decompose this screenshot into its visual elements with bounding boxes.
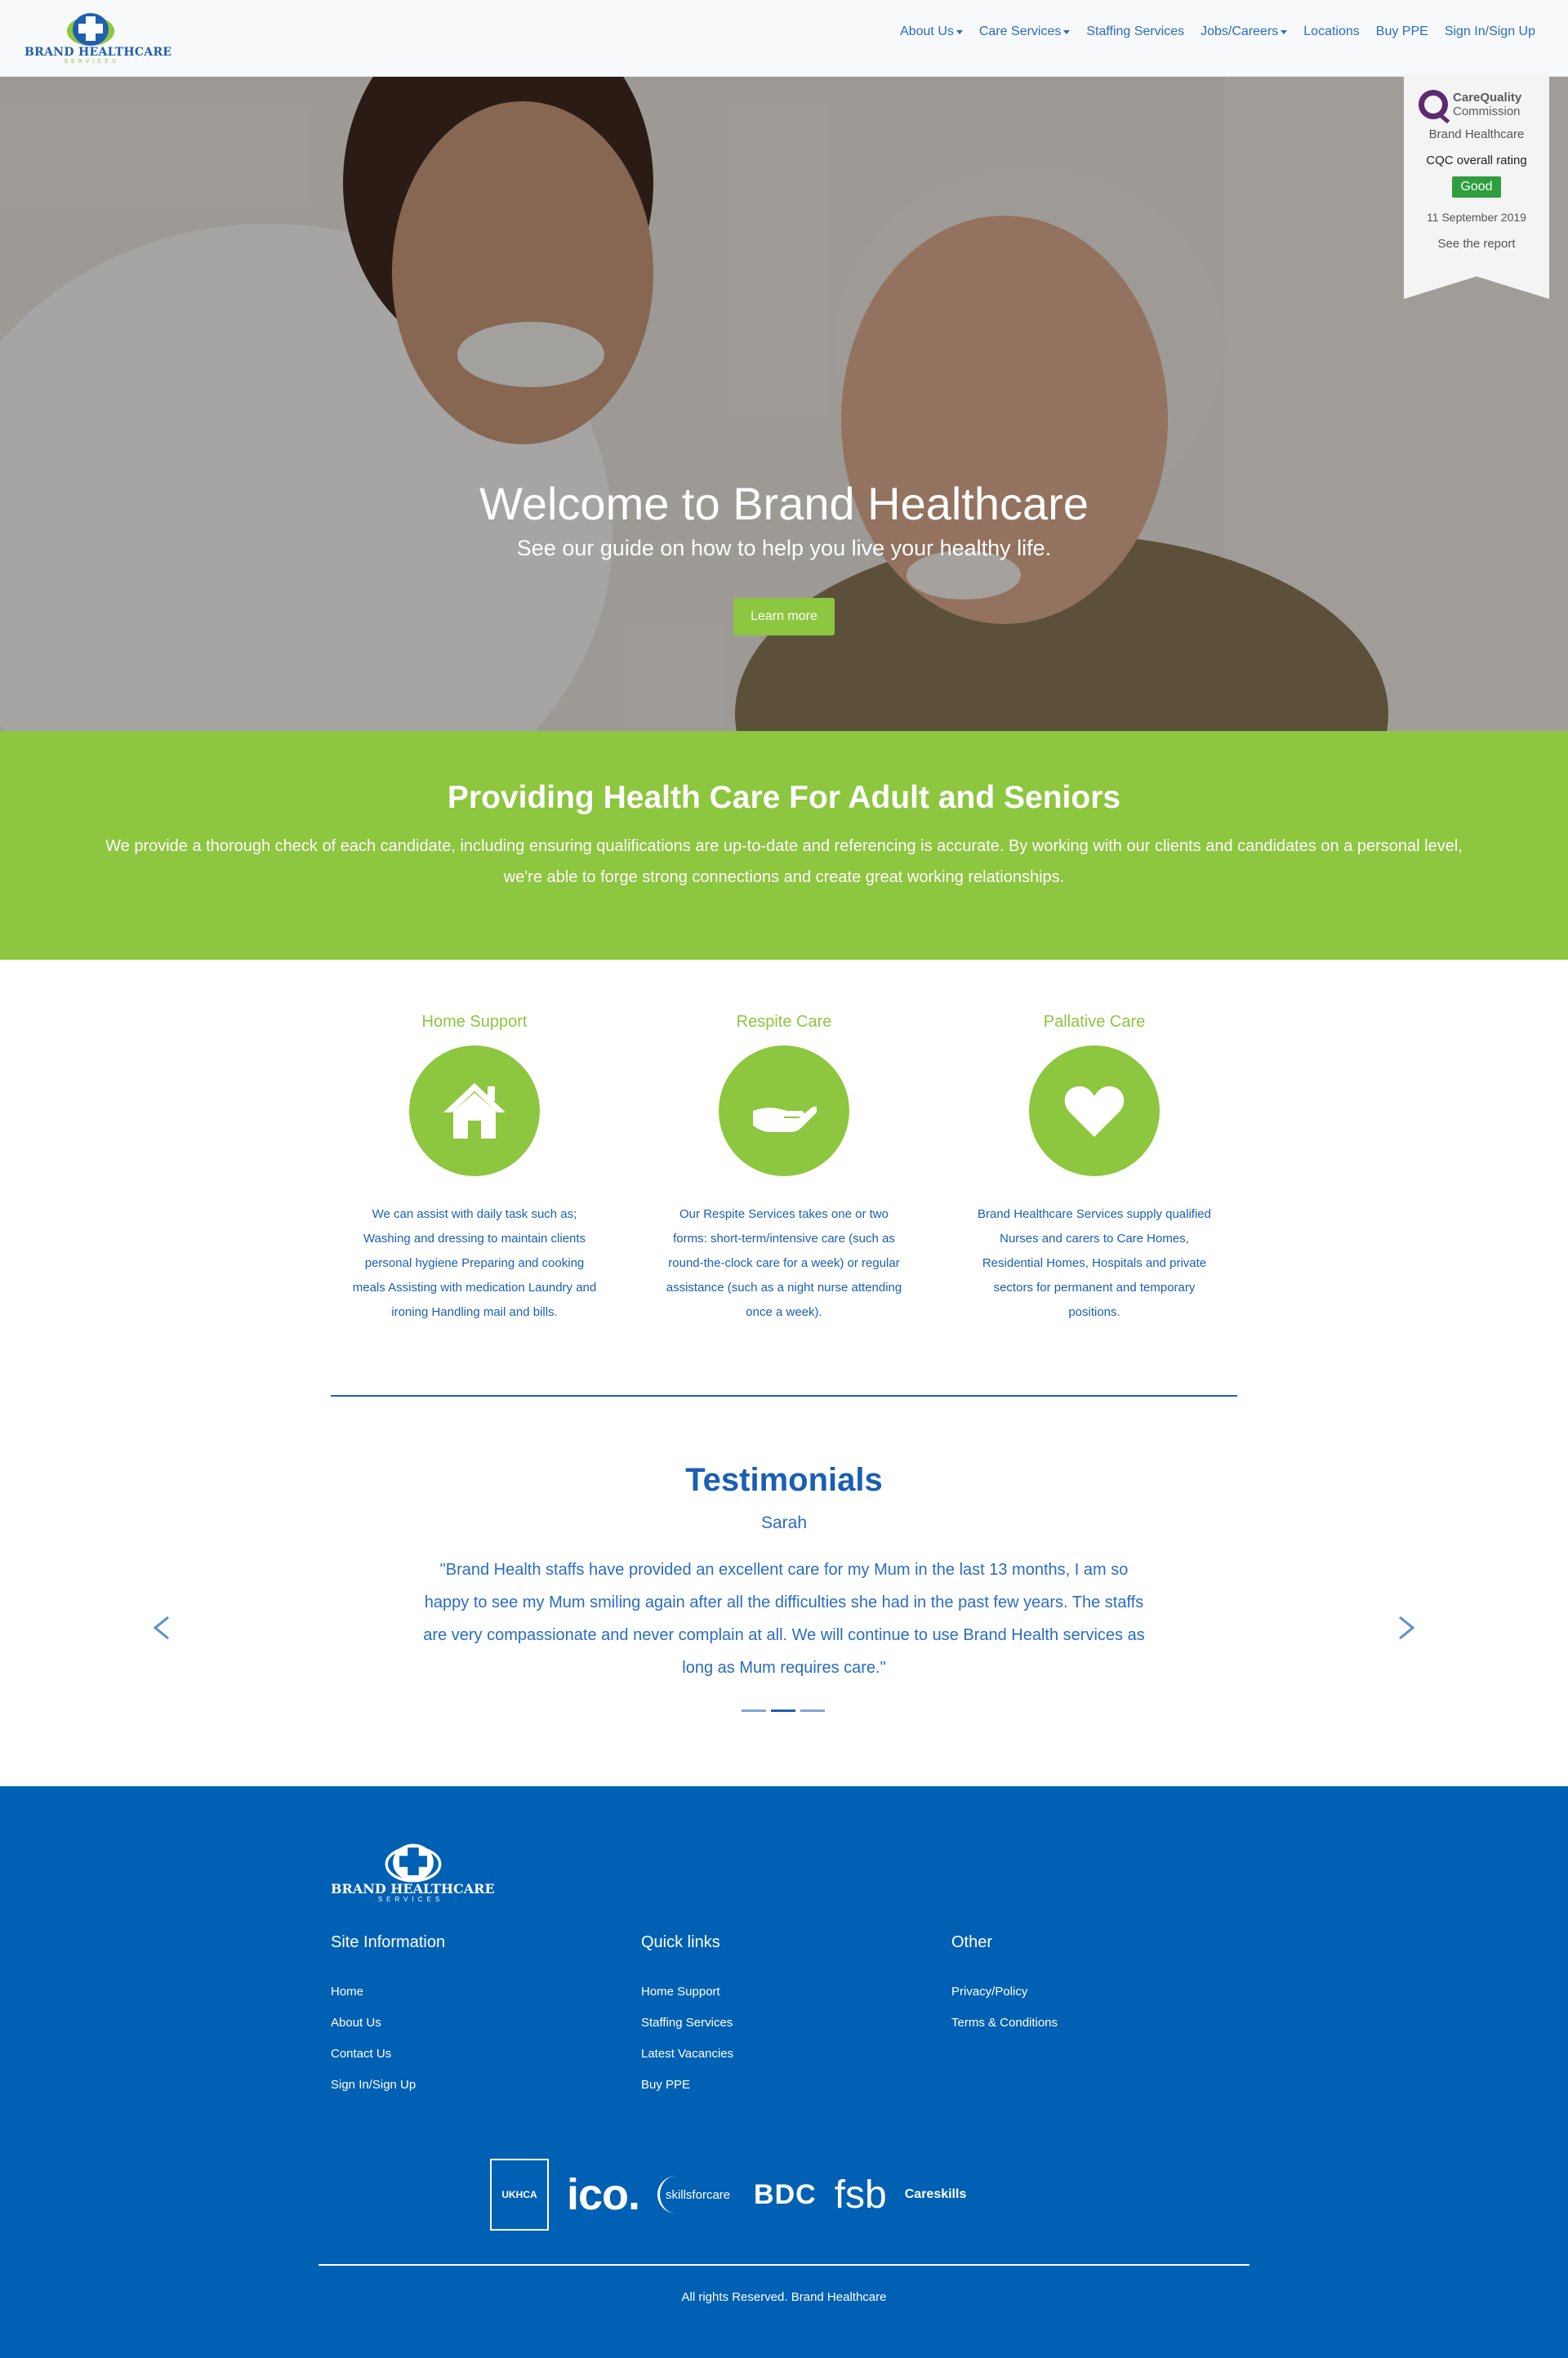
footer-link-privacy-policy[interactable]: Privacy/Policy [951, 1977, 1196, 2008]
nav-item-locations[interactable]: Locations [1303, 25, 1360, 39]
house-icon [443, 1083, 506, 1139]
carousel-indicator[interactable] [800, 1709, 825, 1712]
caret-down-icon [1281, 29, 1288, 34]
logo-cross-icon [385, 1843, 442, 1883]
footer-link-sign-in-sign-up[interactable]: Sign In/Sign Up [331, 2070, 576, 2101]
carousel-indicator[interactable] [742, 1709, 766, 1712]
service-pallative-care: Pallative Care Brand Healthcare Services… [956, 1013, 1233, 1325]
cqc-rating-label: CQC overall rating [1426, 154, 1527, 167]
testimonials-title: Testimonials [685, 1462, 883, 1498]
footer-heading: Quick links [641, 1933, 720, 1951]
logo-cross-icon [67, 13, 114, 46]
carousel-next-button[interactable] [1390, 1607, 1423, 1648]
footer-link-home[interactable]: Home [331, 1977, 576, 2008]
cqc-provider-name: Brand Healthcare [1428, 127, 1525, 141]
nav-item-label: Locations [1303, 25, 1360, 38]
ukhca-logo: UKHCA [490, 2159, 549, 2231]
skills-for-care-logo: skillsforcare [657, 2176, 736, 2213]
service-description: We can assist with daily task such as; W… [352, 1207, 597, 1319]
carousel-prev-button[interactable] [145, 1607, 178, 1648]
service-title: Respite Care [736, 1013, 832, 1031]
cqc-logo-line2: Commission [1453, 105, 1521, 118]
service-icon-circle [409, 1045, 540, 1176]
footer-brand-name: BRAND HEALTHCARE [331, 1881, 495, 1897]
heart-icon [1064, 1086, 1125, 1137]
service-description: Brand Healthcare Services supply qualifi… [978, 1207, 1211, 1319]
service-description: Our Respite Services takes one or two fo… [666, 1207, 902, 1319]
service-respite-care: Respite Care Our Respite Services takes … [645, 1013, 923, 1325]
nav-item-sign-in-sign-up[interactable]: Sign In/Sign Up [1445, 25, 1535, 39]
careskills-logo: Careskills [904, 2187, 967, 2201]
section-divider [331, 1395, 1237, 1397]
nav-item-about-us[interactable]: About Us [900, 25, 963, 39]
cqc-q-icon [1419, 90, 1448, 119]
nav-item-staffing-services[interactable]: Staffing Services [1086, 25, 1184, 39]
footer-brand-subtitle: SERVICES [377, 1896, 444, 1903]
footer-heading: Site Information [331, 1933, 446, 1951]
footer-link-terms-conditions[interactable]: Terms & Conditions [951, 2008, 1196, 2039]
brand-name: BRAND HEALTHCARE [24, 46, 172, 59]
testimonial-quote: "Brand Health staffs have provided an ex… [423, 1561, 1145, 1677]
fsb-logo: fsb [834, 2173, 887, 2217]
cqc-report-link[interactable]: See the report [1404, 237, 1549, 251]
footer-divider [318, 2264, 1250, 2266]
footer-column-other: Other Privacy/Policy Terms & Conditions [951, 1933, 1196, 2039]
footer-column-quick-links: Quick links Home Support Staffing Service… [641, 1933, 886, 2101]
nav-item-buy-ppe[interactable]: Buy PPE [1376, 25, 1428, 39]
cqc-rating-widget[interactable]: CareQuality Commission Brand Healthcare … [1404, 74, 1549, 299]
brand-subtitle: SERVICES [64, 59, 119, 65]
service-home-support: Home Support We can assist with daily ta… [336, 1013, 613, 1325]
bdc-logo: BDC [754, 2178, 817, 2210]
cqc-rating-date: 11 September 2019 [1427, 211, 1526, 224]
navbar: BRAND HEALTHCARE SERVICES About Us Care S… [0, 0, 1568, 77]
footer-link-contact-us[interactable]: Contact Us [331, 2039, 576, 2070]
service-icon-circle [719, 1045, 849, 1176]
footer-link-home-support[interactable]: Home Support [641, 1977, 886, 2008]
service-icon-circle [1029, 1045, 1160, 1176]
partner-logos: UKHCA ico. skillsforcare BDC fsb Careski… [490, 2158, 1078, 2231]
intro-text: We provide a thorough check of each cand… [105, 837, 1463, 886]
hero-subtitle: See our guide on how to help you live yo… [516, 536, 1052, 560]
footer-link-about-us[interactable]: About Us [331, 2008, 576, 2039]
hero-section: Welcome to Brand Healthcare See our guid… [0, 77, 1568, 731]
nav-item-label: Staffing Services [1086, 25, 1185, 38]
main-nav: About Us Care Services Staffing Services Jo… [900, 25, 1535, 39]
cqc-logo-line1: CareQuality [1453, 91, 1522, 105]
nav-item-label: Jobs/Careers [1200, 25, 1279, 38]
service-title: Pallative Care [1043, 1013, 1146, 1031]
nav-item-jobs-careers[interactable]: Jobs/Careers [1200, 25, 1288, 39]
footer-link-buy-ppe[interactable]: Buy PPE [641, 2070, 886, 2101]
carousel-indicator[interactable] [771, 1709, 795, 1712]
nav-item-label: About Us [900, 25, 954, 38]
learn-more-button[interactable]: Learn more [733, 598, 835, 635]
footer: BRAND HEALTHCARE SERVICES Site Informati… [0, 1786, 1568, 2358]
service-title: Home Support [421, 1013, 528, 1031]
intro-band: Providing Health Care For Adult and Seni… [0, 731, 1568, 960]
testimonial-author: Sarah [760, 1513, 808, 1532]
hero-title: Welcome to Brand Healthcare [479, 478, 1089, 529]
copyright-text: All rights Reserved. Brand Healthcare [681, 2290, 887, 2304]
footer-heading: Other [951, 1933, 993, 1951]
intro-title: Providing Health Care For Adult and Seni… [447, 780, 1121, 815]
caret-down-icon [1063, 29, 1071, 34]
ico-logo: ico. [567, 2170, 640, 2219]
caret-down-icon [956, 29, 963, 34]
footer-column-site-information: Site Information Home About Us Contact Us S… [331, 1933, 576, 2101]
cqc-rating-badge: Good [1452, 176, 1501, 198]
open-hand-icon [753, 1106, 817, 1132]
footer-link-staffing-services[interactable]: Staffing Services [641, 2008, 886, 2039]
nav-item-label: Sign In/Sign Up [1444, 25, 1535, 38]
brand-logo[interactable]: BRAND HEALTHCARE SERVICES [24, 10, 172, 65]
footer-link-latest-vacancies[interactable]: Latest Vacancies [641, 2039, 886, 2070]
chevron-left-icon [153, 1616, 169, 1640]
nav-item-label: Buy PPE [1375, 25, 1428, 38]
cqc-logo: CareQuality Commission [1419, 87, 1536, 123]
carousel-indicators [742, 1709, 825, 1712]
nav-item-label: Care Services [978, 25, 1062, 38]
footer-logo[interactable]: BRAND HEALTHCARE SERVICES [331, 1840, 495, 1906]
ukhca-logo-text: UKHCA [501, 2189, 537, 2200]
chevron-right-icon [1399, 1616, 1415, 1640]
nav-item-care-services[interactable]: Care Services [978, 25, 1071, 39]
